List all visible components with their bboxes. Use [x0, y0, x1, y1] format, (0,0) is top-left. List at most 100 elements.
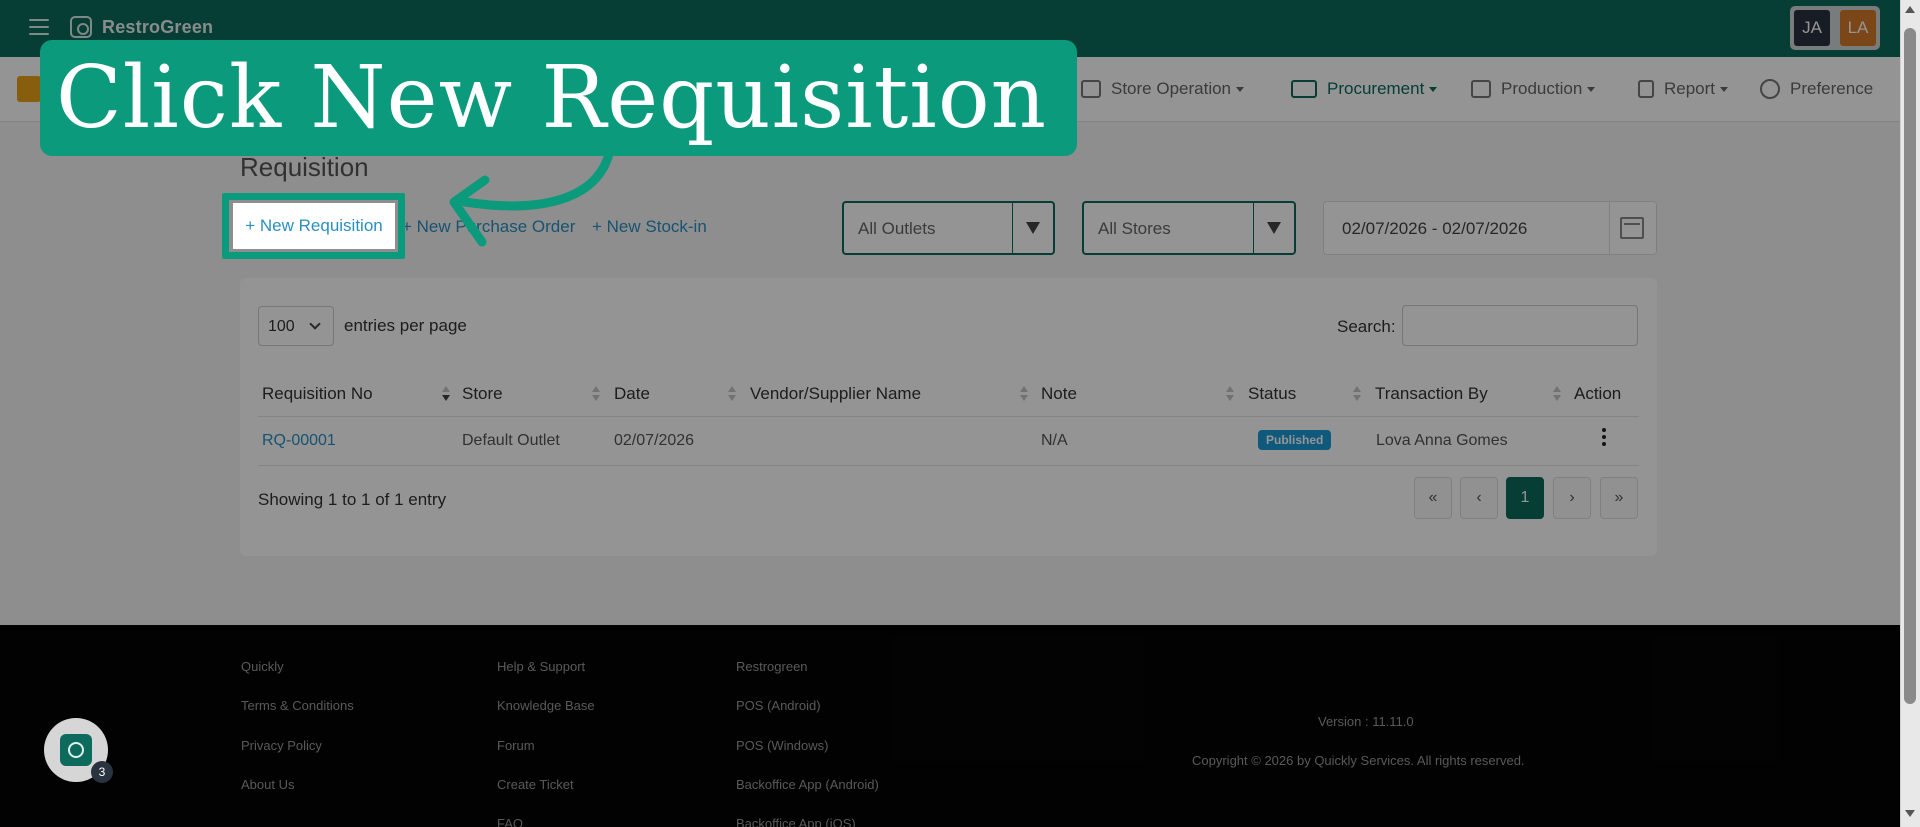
footer-link[interactable]: About Us	[241, 777, 294, 792]
table-info: Showing 1 to 1 of 1 entry	[258, 490, 447, 509]
footer-link[interactable]: Knowledge Base	[497, 698, 595, 713]
nav-label: Store Operation	[1111, 79, 1232, 98]
footer-link[interactable]: Privacy Policy	[241, 738, 322, 753]
nav-report[interactable]: Report	[1638, 77, 1729, 101]
page-title: Requisition	[240, 152, 369, 182]
entries-label: entries per page	[344, 316, 467, 335]
procurement-icon	[1291, 80, 1317, 98]
clipboard-icon	[1638, 80, 1654, 98]
caret-down-icon	[1720, 86, 1729, 92]
brand-logo-icon	[70, 16, 92, 38]
select-divider	[1012, 203, 1013, 253]
header-divider	[258, 416, 1639, 417]
sort-icon[interactable]	[1226, 385, 1234, 403]
nav-label: Preference	[1790, 79, 1874, 98]
nav-label: Production	[1501, 79, 1583, 98]
footer-link[interactable]: Quickly	[241, 659, 284, 674]
requisition-no-link[interactable]: RQ-00001	[262, 432, 336, 450]
scroll-down-icon[interactable]	[1905, 810, 1915, 817]
footer-link[interactable]: Create Ticket	[497, 777, 574, 792]
next-page-button[interactable]: ›	[1553, 477, 1591, 519]
outlet-select[interactable]: All Outlets	[842, 201, 1055, 255]
footer-link[interactable]: FAQ	[497, 816, 523, 827]
footer-link[interactable]: Forum	[497, 738, 535, 753]
tutorial-callout: Click New Requisition	[40, 40, 1077, 156]
footer-link[interactable]: Terms & Conditions	[241, 698, 354, 713]
version-text: Version : 11.11.0	[1318, 714, 1414, 729]
date-divider	[1609, 202, 1610, 254]
avatar[interactable]: JA	[1794, 10, 1830, 46]
column-date[interactable]: Date	[614, 384, 650, 404]
footer-link[interactable]: Backoffice App (iOS)	[736, 816, 856, 827]
entries-value: 100	[268, 318, 295, 335]
cell-note: N/A	[1041, 432, 1068, 449]
cell-transaction-by: Lova Anna Gomes	[1376, 432, 1508, 449]
notification-badge: 3	[91, 761, 113, 783]
sort-icon[interactable]	[1353, 385, 1361, 403]
column-store[interactable]: Store	[462, 384, 503, 404]
dropdown-arrow-icon	[1267, 222, 1281, 234]
nav-procurement[interactable]: Procurement	[1291, 77, 1438, 101]
caret-down-icon	[1236, 86, 1245, 92]
column-note[interactable]: Note	[1041, 384, 1077, 404]
nav-store-operation[interactable]: Store Operation	[1081, 77, 1245, 101]
menu-icon[interactable]	[29, 19, 49, 35]
cell-store: Default Outlet	[462, 432, 560, 449]
search-input[interactable]	[1402, 305, 1638, 346]
sort-icon[interactable]	[592, 385, 600, 403]
first-page-button[interactable]: «	[1414, 477, 1452, 519]
column-status[interactable]: Status	[1248, 384, 1296, 404]
nav-label: Report	[1664, 79, 1716, 98]
caret-down-icon	[1587, 86, 1596, 92]
avatar[interactable]: LA	[1840, 10, 1876, 46]
store-icon	[1081, 80, 1101, 98]
sort-icon[interactable]	[728, 385, 736, 403]
row-divider	[258, 465, 1639, 466]
calendar-icon[interactable]	[1620, 217, 1644, 239]
store-select-value: All Stores	[1098, 219, 1171, 238]
footer	[0, 625, 1900, 827]
date-range-value: 02/07/2026 - 02/07/2026	[1342, 219, 1528, 238]
dropdown-arrow-icon	[1026, 222, 1040, 234]
column-vendor[interactable]: Vendor/Supplier Name	[750, 384, 921, 404]
callout-text: Click New Requisition	[56, 48, 1047, 148]
nav-production[interactable]: Production	[1471, 77, 1596, 101]
sort-icon[interactable]	[1553, 385, 1561, 403]
outlet-select-value: All Outlets	[858, 219, 936, 238]
date-range-picker[interactable]: 02/07/2026 - 02/07/2026	[1323, 201, 1657, 255]
brand-logo-icon	[60, 734, 92, 766]
search-label: Search:	[1337, 317, 1396, 336]
footer-link[interactable]: Help & Support	[497, 659, 585, 674]
nav-preference[interactable]: Preference	[1760, 77, 1873, 101]
production-icon	[1471, 80, 1491, 98]
inventory-icon[interactable]	[17, 76, 41, 102]
pointer-arrow-icon	[449, 150, 615, 247]
gear-icon	[1760, 79, 1780, 99]
footer-link[interactable]: POS (Android)	[736, 698, 821, 713]
footer-link[interactable]: Backoffice App (Android)	[736, 777, 879, 792]
column-requisition-no[interactable]: Requisition No	[262, 384, 373, 404]
footer-link[interactable]: Restrogreen	[736, 659, 808, 674]
page-button[interactable]: 1	[1506, 477, 1544, 519]
select-divider	[1253, 203, 1254, 253]
column-transaction-by[interactable]: Transaction By	[1375, 384, 1488, 404]
sort-icon[interactable]	[1020, 385, 1028, 403]
cell-date: 02/07/2026	[614, 432, 695, 449]
caret-down-icon	[1429, 86, 1438, 92]
nav-label: Procurement	[1327, 79, 1425, 98]
scroll-up-icon[interactable]	[1905, 6, 1915, 13]
more-actions-icon[interactable]	[1602, 428, 1606, 448]
copyright-text: Copyright © 2026 by Quickly Services. Al…	[1192, 753, 1525, 768]
chevron-down-icon	[309, 318, 321, 330]
column-action: Action	[1574, 384, 1622, 403]
scrollbar-thumb[interactable]	[1904, 28, 1916, 704]
store-select[interactable]: All Stores	[1082, 201, 1296, 255]
footer-link[interactable]: POS (Windows)	[736, 738, 828, 753]
prev-page-button[interactable]: ‹	[1460, 477, 1498, 519]
status-badge: Published	[1258, 430, 1332, 450]
brand-name: RestroGreen	[102, 17, 214, 37]
last-page-button[interactable]: »	[1600, 477, 1638, 519]
entries-per-page-select[interactable]: 100	[258, 306, 334, 346]
new-requisition-button[interactable]: + New Requisition	[233, 203, 395, 249]
sort-icon[interactable]	[442, 385, 450, 403]
